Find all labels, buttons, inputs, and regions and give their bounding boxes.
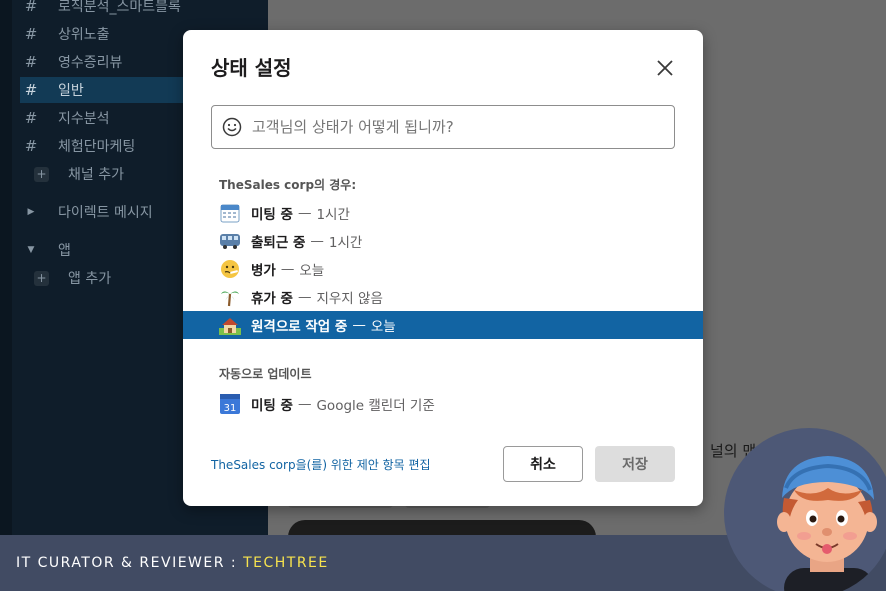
channel-label: 영수증리뷰 — [58, 55, 123, 71]
option-duration: 지우지 않음 — [316, 291, 383, 307]
watermark-prefix: IT CURATOR & REVIEWER : — [16, 555, 244, 571]
option-separator: — — [352, 317, 366, 333]
status-option[interactable]: 미팅 중 — 1시간 — [183, 199, 703, 227]
hash-icon: # — [24, 109, 38, 127]
option-name: 원격으로 작업 중 — [251, 319, 348, 335]
option-duration: 오늘 — [370, 319, 396, 335]
option-duration: 1시간 — [316, 207, 350, 223]
option-duration: 1시간 — [328, 235, 363, 251]
option-separator: — — [297, 396, 312, 412]
apps-label: 앱 — [58, 243, 71, 259]
channel-label: 상위노출 — [58, 27, 110, 43]
caret-right-icon: ▶ — [27, 207, 35, 217]
close-button[interactable] — [651, 54, 679, 82]
hash-icon: # — [24, 81, 38, 99]
add-channel-label: 채널 추가 — [68, 167, 124, 183]
option-separator: — — [297, 289, 312, 305]
channel-label: 지수분석 — [58, 111, 110, 127]
sidebar-edge — [0, 0, 12, 591]
save-button[interactable]: 저장 — [595, 446, 675, 482]
option-name: 출퇴근 중 — [251, 235, 306, 251]
channel-label: 일반 — [58, 83, 84, 99]
plus-icon: + — [34, 166, 49, 182]
palm-tree-icon — [219, 287, 241, 307]
status-option-auto[interactable]: 31 미팅 중 — Google 캘린더 기준 — [183, 390, 703, 418]
option-separator: — — [280, 261, 295, 277]
edit-suggestions-link[interactable]: TheSales corp을(를) 위한 제안 항목 편집 — [211, 456, 431, 473]
sidebar-item-channel[interactable]: # 로직분석_스마트블록 — [20, 0, 260, 19]
cartoon-avatar-icon — [777, 456, 877, 591]
status-option[interactable]: 병가 — 오늘 — [183, 255, 703, 283]
option-duration: Google 캘린더 기준 — [316, 398, 435, 414]
calendar-icon — [219, 203, 241, 223]
hash-icon: # — [24, 25, 38, 43]
status-modal: 상태 설정 TheSales corp의 경우: 미팅 중 — 1시간 — [183, 30, 703, 506]
bus-icon — [219, 231, 241, 251]
avatar — [724, 428, 886, 591]
hash-icon: # — [24, 137, 38, 155]
option-name: 휴가 중 — [251, 291, 293, 307]
caret-down-icon: ▼ — [27, 245, 35, 255]
google-calendar-icon: 31 — [219, 394, 241, 414]
status-input-wrapper[interactable] — [211, 105, 675, 149]
auto-update-section-label: 자동으로 업데이트 — [219, 367, 312, 381]
smiley-icon[interactable] — [222, 117, 242, 137]
status-option[interactable]: 출퇴근 중 — 1시간 — [183, 227, 703, 255]
watermark-text: IT CURATOR & REVIEWER : TECHTREE — [16, 555, 329, 571]
house-icon — [219, 315, 241, 335]
direct-messages-label: 다이렉트 메시지 — [58, 205, 153, 221]
status-option-selected[interactable]: 원격으로 작업 중 — 오늘 — [183, 311, 703, 339]
option-name: 미팅 중 — [251, 207, 293, 223]
sick-face-icon — [219, 259, 241, 279]
hash-icon: # — [24, 0, 38, 15]
status-option[interactable]: 휴가 중 — 지우지 않음 — [183, 283, 703, 311]
watermark-highlight: TECHTREE — [243, 555, 329, 571]
channel-label: 체험단마케팅 — [58, 139, 136, 155]
modal-title: 상태 설정 — [211, 56, 292, 80]
option-name: 미팅 중 — [251, 398, 293, 414]
add-app-label: 앱 추가 — [68, 271, 112, 287]
cancel-button[interactable]: 취소 — [503, 446, 583, 482]
calendar-day: 31 — [224, 403, 237, 414]
close-icon — [657, 60, 673, 76]
plus-icon: + — [34, 270, 49, 286]
suggestion-section-label: TheSales corp의 경우: — [219, 178, 357, 192]
option-separator: — — [310, 233, 324, 249]
channel-label: 로직분석_스마트블록 — [58, 0, 181, 15]
option-separator: — — [297, 205, 312, 221]
hash-icon: # — [24, 53, 38, 71]
status-input[interactable] — [252, 118, 652, 136]
option-name: 병가 — [251, 263, 276, 279]
option-duration: 오늘 — [299, 263, 325, 279]
